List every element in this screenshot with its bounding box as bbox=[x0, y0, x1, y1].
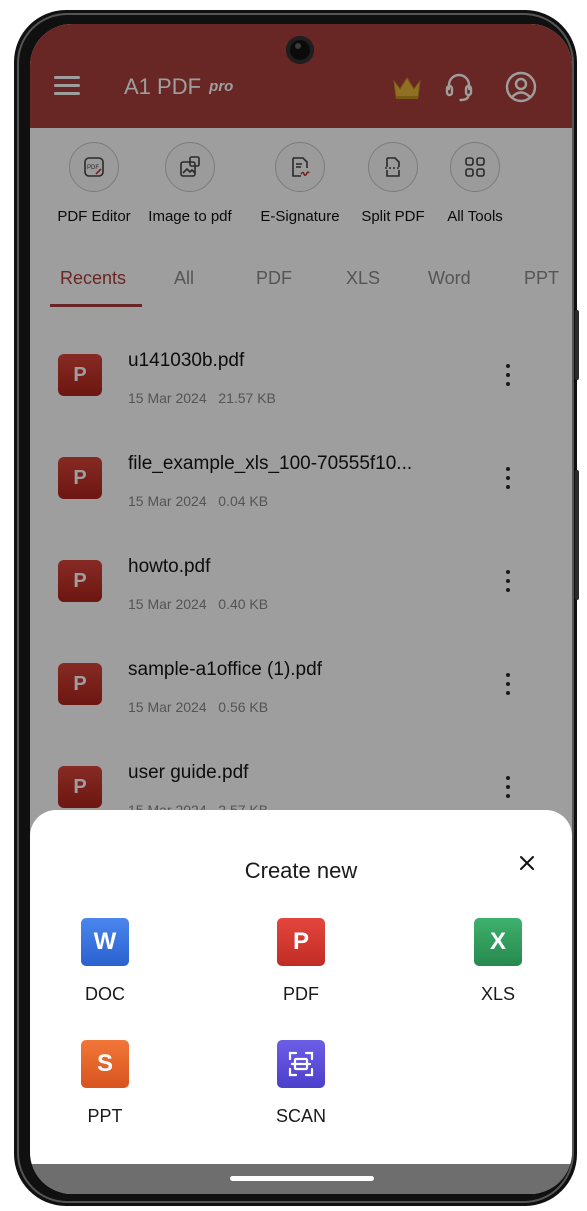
create-label: PDF bbox=[283, 984, 319, 1004]
scan-icon bbox=[277, 1040, 325, 1088]
pdf-doc-icon: P bbox=[277, 918, 325, 966]
close-icon[interactable] bbox=[512, 848, 542, 878]
screen: A1 PDF pro PDF PDF Editor Image to pdf E… bbox=[30, 24, 572, 1194]
word-doc-icon: W bbox=[81, 918, 129, 966]
create-doc-button[interactable]: W DOC bbox=[50, 918, 160, 1005]
create-pdf-button[interactable]: P PDF bbox=[246, 918, 356, 1005]
side-button bbox=[575, 310, 579, 380]
create-label: DOC bbox=[85, 984, 125, 1004]
create-ppt-button[interactable]: S PPT bbox=[50, 1040, 160, 1127]
side-button bbox=[575, 470, 579, 600]
create-scan-button[interactable]: SCAN bbox=[246, 1040, 356, 1127]
sheet-title: Create new bbox=[244, 858, 358, 883]
front-camera bbox=[286, 36, 314, 64]
create-xls-button[interactable]: X XLS bbox=[443, 918, 553, 1005]
create-new-sheet: Create new W DOC P PDF X XLS S PPT SCAN bbox=[30, 810, 572, 1164]
create-label: XLS bbox=[480, 984, 516, 1004]
home-indicator[interactable] bbox=[230, 1176, 374, 1181]
create-label: PPT bbox=[87, 1106, 123, 1126]
create-label: SCAN bbox=[275, 1106, 326, 1126]
powerpoint-doc-icon: S bbox=[81, 1040, 129, 1088]
system-nav-bar bbox=[30, 1164, 572, 1194]
excel-doc-icon: X bbox=[474, 918, 522, 966]
